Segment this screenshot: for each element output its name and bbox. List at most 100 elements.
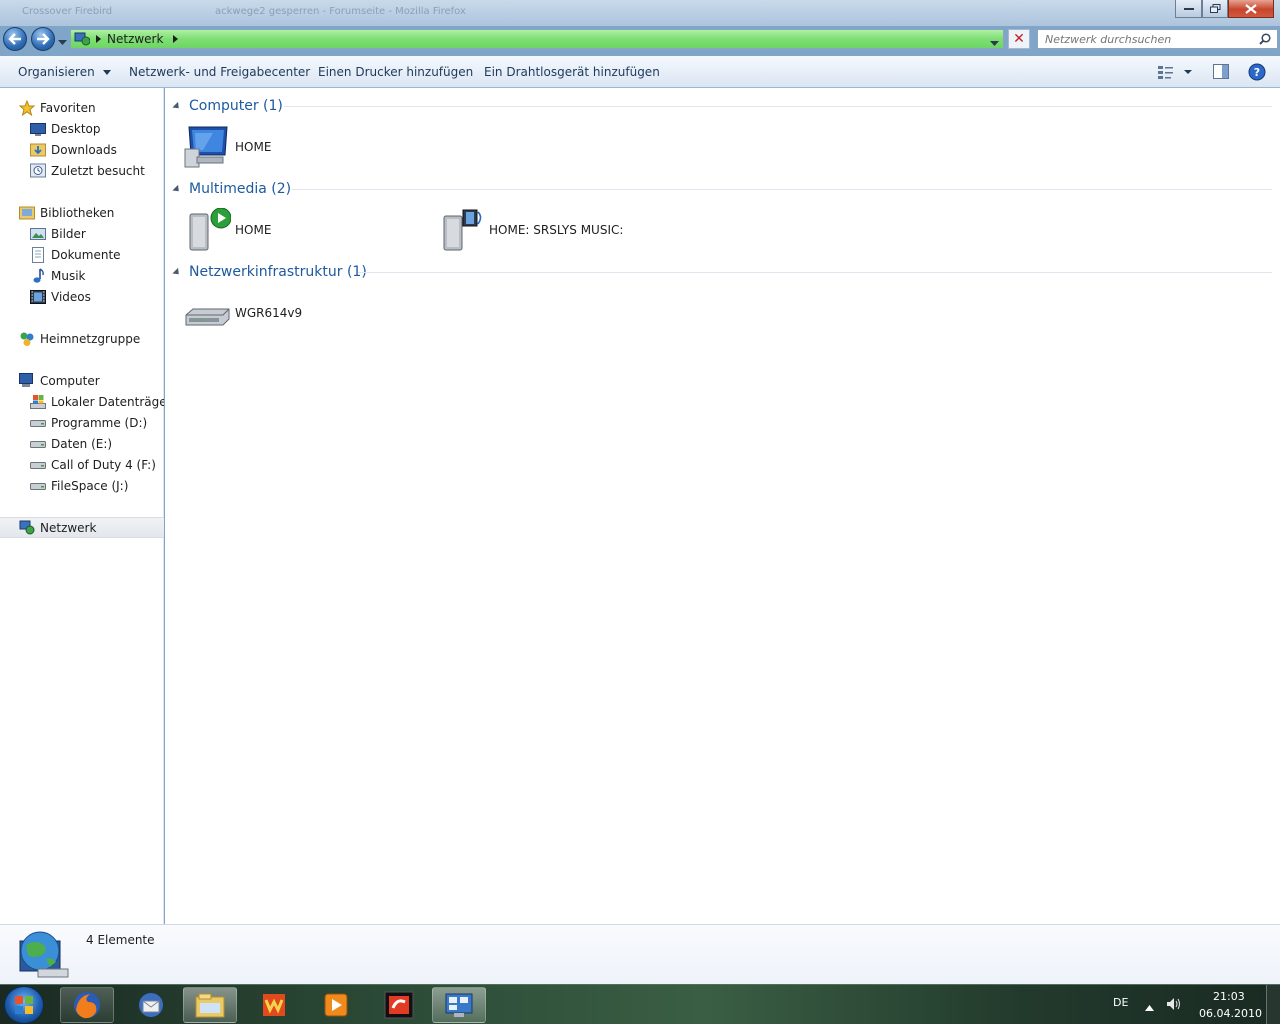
sidebar-item-documents[interactable]: Dokumente — [0, 244, 164, 265]
documents-icon — [30, 246, 46, 263]
sidebar-item-drive-d[interactable]: Programme (D:) — [0, 412, 164, 433]
hard-drive-icon — [30, 415, 46, 431]
recent-places-icon — [30, 163, 46, 179]
volume-button[interactable] — [1166, 996, 1182, 1015]
sidebar-item-label: Desktop — [51, 121, 101, 136]
hard-drive-icon — [30, 436, 46, 452]
pictures-icon — [30, 226, 46, 242]
sidebar-item-recent[interactable]: Zuletzt besucht — [0, 160, 164, 181]
sidebar-item-pictures[interactable]: Bilder — [0, 223, 164, 244]
network-item-media-home[interactable]: HOME — [183, 207, 271, 252]
organize-menu[interactable]: Organisieren — [18, 65, 111, 79]
router-icon — [183, 291, 231, 335]
sidebar-item-drive-f[interactable]: Call of Duty 4 (F:) — [0, 454, 164, 475]
group-header-infrastructure[interactable]: Netzwerkinfrastruktur (1) — [172, 262, 367, 282]
sidebar-item-drive-j[interactable]: FileSpace (J:) — [0, 475, 164, 496]
add-printer-button[interactable]: Einen Drucker hinzufügen — [318, 65, 473, 79]
group-title: Computer (1) — [189, 98, 283, 114]
view-options-icon — [1158, 66, 1192, 79]
arrow-left-icon — [8, 33, 21, 45]
system-drive-icon — [30, 394, 46, 410]
organize-label: Organisieren — [18, 65, 95, 79]
sidebar-item-desktop[interactable]: Desktop — [0, 118, 164, 139]
show-desktop-button[interactable] — [1266, 985, 1280, 1024]
taskbar-control-panel[interactable] — [432, 987, 486, 1023]
group-title: Netzwerkinfrastruktur (1) — [189, 264, 367, 280]
forward-button[interactable] — [31, 27, 55, 51]
sidebar-item-network[interactable]: Netzwerk — [0, 517, 164, 538]
media-player-icon — [324, 993, 348, 1017]
hard-drive-icon — [30, 478, 46, 494]
taskbar-winamp[interactable] — [247, 987, 301, 1023]
collapse-triangle-icon — [172, 267, 182, 277]
sidebar-item-label: Dokumente — [51, 247, 121, 262]
taskbar-explorer[interactable] — [183, 987, 237, 1023]
network-item-router-wgr614v9[interactable]: WGR614v9 — [183, 291, 302, 335]
network-icon — [74, 31, 92, 47]
explorer-icon — [195, 993, 225, 1018]
taskbar-thunderbird[interactable] — [124, 987, 178, 1023]
sidebar-item-downloads[interactable]: Downloads — [0, 139, 164, 160]
preview-pane-button[interactable] — [1213, 64, 1229, 82]
show-hidden-icons-button[interactable] — [1145, 1000, 1154, 1014]
minimize-button[interactable] — [1175, 0, 1202, 18]
start-button[interactable] — [4, 986, 44, 1024]
star-icon — [19, 99, 35, 116]
close-button[interactable] — [1228, 0, 1274, 18]
network-item-media-srslys-music[interactable]: HOME: SRSLYS MUSIC: — [437, 208, 623, 252]
sidebar-item-label: Zuletzt besucht — [51, 163, 145, 178]
item-label: HOME — [235, 140, 272, 154]
sidebar-item-homegroup[interactable]: Heimnetzgruppe — [0, 328, 164, 349]
stop-button[interactable]: ✕ — [1008, 29, 1030, 49]
group-divider — [292, 189, 1272, 190]
sidebar-item-label: Videos — [51, 289, 91, 304]
navigation-bar: Netzwerk ✕ — [0, 26, 1280, 52]
back-button[interactable] — [3, 27, 27, 51]
sidebar-item-drive-c[interactable]: Lokaler Datenträger (C:) — [0, 391, 164, 412]
sidebar-item-drive-e[interactable]: Daten (E:) — [0, 433, 164, 454]
change-view-button[interactable] — [1157, 64, 1193, 83]
sidebar-item-label: Bilder — [51, 226, 86, 241]
group-header-computer[interactable]: Computer (1) — [172, 96, 283, 116]
input-language-indicator[interactable]: DE — [1113, 996, 1128, 1009]
sidebar-item-label: Lokaler Datenträger (C:) — [51, 394, 164, 409]
address-bar[interactable]: Netzwerk — [70, 29, 1004, 49]
clock-date[interactable]: 06.04.2010 — [1199, 1007, 1262, 1020]
chevron-up-icon — [1145, 1005, 1154, 1011]
recent-pages-dropdown[interactable] — [58, 35, 67, 49]
sidebar-group-label: Computer — [40, 373, 100, 388]
taskbar-firefox[interactable] — [60, 987, 114, 1023]
close-icon: ✕ — [1013, 31, 1025, 47]
sidebar-item-music[interactable]: Musik — [0, 265, 164, 286]
sidebar-item-label: Musik — [51, 268, 86, 283]
taskbar-media-player[interactable] — [309, 987, 363, 1023]
command-bar: Organisieren Netzwerk- und Freigabecente… — [0, 56, 1280, 88]
item-label: WGR614v9 — [235, 306, 303, 320]
taskbar-foobar[interactable] — [372, 987, 426, 1023]
arrow-right-icon — [37, 33, 50, 45]
address-history-dropdown[interactable] — [990, 36, 999, 50]
downloads-folder-icon — [30, 142, 46, 158]
search-input[interactable] — [1038, 32, 1259, 46]
chevron-down-icon — [58, 40, 67, 45]
network-item-computer-home[interactable]: HOME — [183, 125, 271, 169]
group-header-multimedia[interactable]: Multimedia (2) — [172, 179, 291, 199]
help-button[interactable]: ? — [1248, 63, 1266, 84]
breadcrumb-network[interactable]: Netzwerk — [107, 32, 163, 46]
media-library-icon — [437, 208, 485, 252]
thunderbird-icon — [139, 993, 163, 1017]
details-pane: 4 Elemente — [0, 924, 1280, 984]
sidebar-group-computer[interactable]: Computer — [0, 370, 164, 391]
computer-monitor-icon — [183, 125, 231, 169]
sidebar-group-favorites[interactable]: Favoriten — [0, 97, 164, 118]
search-box[interactable] — [1037, 29, 1278, 49]
sidebar-item-videos[interactable]: Videos — [0, 286, 164, 307]
breadcrumb-separator[interactable] — [96, 32, 101, 46]
clock-time[interactable]: 21:03 — [1213, 990, 1245, 1003]
add-wireless-device-button[interactable]: Ein Drahtlosgerät hinzufügen — [484, 65, 660, 79]
sidebar-group-libraries[interactable]: Bibliotheken — [0, 202, 164, 223]
breadcrumb-separator[interactable] — [173, 32, 179, 46]
network-sharing-center-button[interactable]: Netzwerk- und Freigabecenter — [129, 65, 310, 79]
maximize-button[interactable] — [1202, 0, 1228, 18]
search-icon[interactable] — [1259, 33, 1277, 45]
